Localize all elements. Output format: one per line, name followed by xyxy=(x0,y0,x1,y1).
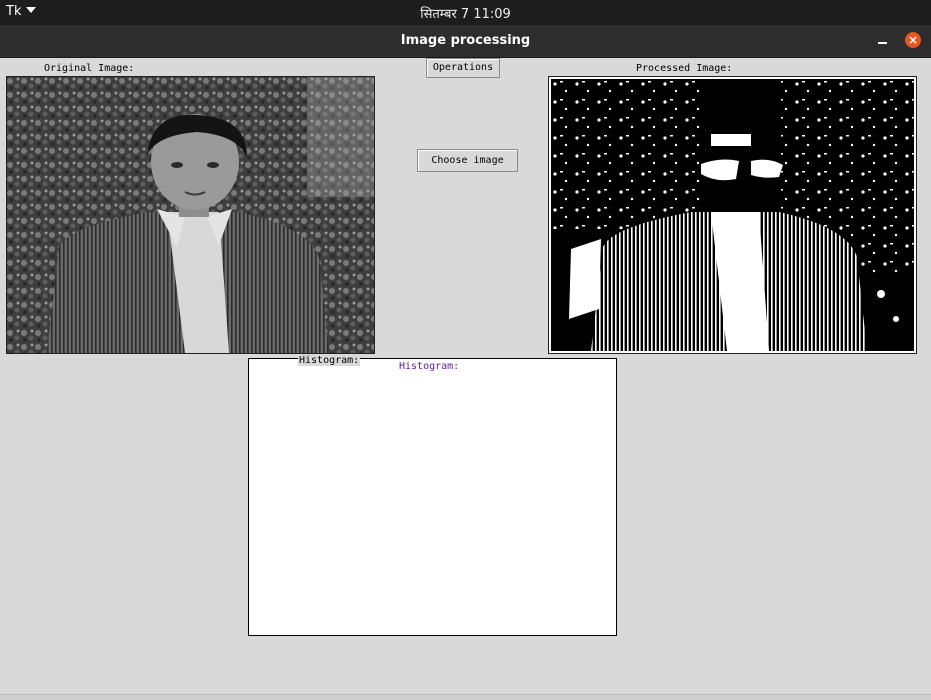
histogram-canvas xyxy=(248,358,617,636)
histogram-label: Histogram: xyxy=(298,355,361,366)
close-icon: × xyxy=(907,33,919,47)
processed-image-label: Processed Image: xyxy=(636,63,733,74)
minimize-button[interactable] xyxy=(875,33,891,47)
original-image-label: Original Image: xyxy=(44,63,135,74)
operations-button[interactable]: Operations xyxy=(426,58,500,78)
window-title: Image processing xyxy=(400,33,531,48)
window-bottom-edge xyxy=(0,694,931,700)
clock[interactable]: सितम्बर 7 11:09 xyxy=(0,4,931,22)
choose-image-button[interactable]: Choose image xyxy=(417,149,518,172)
processed-photo xyxy=(551,79,914,351)
window-title-bar[interactable]: Image processing xyxy=(0,25,931,58)
histogram-plot-title: Histogram: xyxy=(399,361,460,372)
original-photo xyxy=(7,77,374,353)
close-button[interactable]: × xyxy=(905,32,921,48)
original-image xyxy=(6,76,375,354)
system-top-bar: Tk सितम्बर 7 11:09 xyxy=(0,0,931,25)
processed-image xyxy=(548,76,917,354)
